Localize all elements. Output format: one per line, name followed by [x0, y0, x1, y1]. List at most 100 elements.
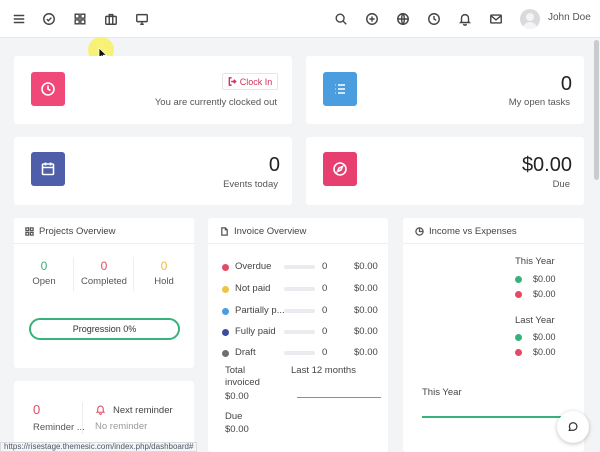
invoice-row-count: 0 — [322, 283, 328, 294]
projects-overview-label: Projects Overview — [39, 226, 116, 237]
file-icon — [221, 227, 228, 236]
status-url: https://risestage.themesic.com/index.php… — [4, 442, 194, 451]
last-year-income: $0.00 — [533, 332, 556, 342]
projects-overview-title: Projects Overview — [25, 226, 116, 237]
menu-icon[interactable] — [10, 10, 28, 28]
invoice-row-bar — [284, 287, 315, 291]
income-expenses-title: Income vs Expenses — [415, 226, 517, 237]
invoice-row-label: Draft — [235, 347, 256, 358]
mail-icon[interactable] — [487, 10, 505, 28]
due-amount: $0.00 — [521, 154, 572, 176]
invoice-row-bar — [284, 330, 315, 334]
invoice-overview-title: Invoice Overview — [220, 226, 306, 237]
due-label: Due — [552, 179, 570, 190]
reminder-count[interactable]: 0 — [33, 402, 40, 417]
next-reminder-value: No reminder — [95, 421, 148, 432]
income-expenses-label: Income vs Expenses — [429, 226, 517, 237]
projects-open-label: Open — [32, 276, 56, 287]
invoice-overview-label: Invoice Overview — [234, 226, 307, 237]
expense-dot — [515, 291, 522, 298]
invoice-row-label: Fully paid — [235, 326, 276, 337]
clock-card — [14, 56, 292, 124]
clock-icon — [31, 72, 65, 106]
divider — [208, 243, 388, 244]
invoice-row-amount: $0.00 — [354, 305, 378, 316]
invoice-row-amount: $0.00 — [354, 261, 378, 272]
divider — [14, 243, 194, 244]
user-name[interactable]: John Doe — [548, 12, 591, 23]
open-tasks-label: My open tasks — [508, 97, 570, 108]
clock-in-button[interactable]: Clock In — [222, 73, 278, 90]
invoice-trend-line — [297, 397, 381, 398]
bell-icon — [95, 405, 106, 415]
invoice-row-amount: $0.00 — [354, 347, 378, 358]
open-tasks-count: 0 — [560, 73, 572, 95]
expense-dot — [515, 349, 522, 356]
income-chart-label: This Year — [422, 387, 462, 398]
total-invoiced-label: Total invoiced — [225, 365, 260, 388]
plus-circle-icon[interactable] — [363, 10, 381, 28]
monitor-icon[interactable] — [133, 10, 151, 28]
chat-icon — [568, 422, 578, 432]
avatar[interactable] — [520, 9, 540, 29]
briefcase-icon[interactable] — [102, 10, 120, 28]
reminder-count-label: Reminder ... — [33, 422, 85, 433]
projects-open-count[interactable]: 0 — [14, 259, 74, 273]
clock-icon[interactable] — [425, 10, 443, 28]
progression-label: Progression 0% — [72, 324, 137, 334]
events-label: Events today — [223, 179, 278, 190]
last-year-expenses: $0.00 — [533, 347, 556, 357]
grid-icon[interactable] — [71, 10, 89, 28]
invoice-row-not-paid[interactable]: Not paid 0 $0.00 — [222, 283, 382, 295]
invoice-row-partially-paid[interactable]: Partially p... 0 $0.00 — [222, 305, 382, 317]
projects-overview-card — [14, 218, 194, 368]
status-dot — [222, 308, 229, 315]
projects-hold-count[interactable]: 0 — [134, 259, 194, 273]
invoice-row-bar — [284, 351, 315, 355]
bell-icon[interactable] — [456, 10, 474, 28]
this-year-heading: This Year — [515, 256, 555, 267]
globe-icon[interactable] — [394, 10, 412, 28]
last-year-heading: Last Year — [515, 315, 555, 326]
invoice-row-overdue[interactable]: Overdue 0 $0.00 — [222, 261, 382, 273]
total-invoiced-value: $0.00 — [225, 391, 249, 402]
top-navbar: John Doe — [0, 0, 600, 38]
page-scrollbar[interactable] — [594, 40, 599, 180]
invoice-row-label: Partially p... — [235, 305, 285, 316]
invoice-row-count: 0 — [322, 326, 328, 337]
projects-completed-label: Completed — [81, 276, 127, 287]
income-dot — [515, 334, 522, 341]
search-icon[interactable] — [332, 10, 350, 28]
invoice-row-amount: $0.00 — [354, 326, 378, 337]
invoice-row-amount: $0.00 — [354, 283, 378, 294]
pie-chart-icon — [415, 227, 424, 236]
browser-status-bar: https://risestage.themesic.com/index.php… — [0, 442, 198, 452]
income-dot — [515, 276, 522, 283]
projects-completed-count[interactable]: 0 — [74, 259, 134, 273]
divider — [82, 402, 83, 434]
invoice-row-count: 0 — [322, 261, 328, 272]
invoice-row-bar — [284, 309, 315, 313]
clock-status-text: You are currently clocked out — [154, 97, 277, 108]
status-dot — [222, 264, 229, 271]
next-reminder-label: Next reminder — [113, 405, 173, 416]
last-12-months-label: Last 12 months — [291, 365, 356, 376]
invoice-row-label: Overdue — [235, 261, 272, 272]
events-count: 0 — [268, 154, 280, 176]
list-icon — [323, 72, 357, 106]
status-dot — [222, 329, 229, 336]
invoice-row-count: 0 — [322, 347, 328, 358]
status-dot — [222, 350, 229, 357]
this-year-expenses: $0.00 — [533, 289, 556, 299]
projects-hold-label: Hold — [154, 276, 174, 287]
chat-button[interactable] — [557, 411, 589, 443]
calendar-icon — [31, 152, 65, 186]
compass-icon — [323, 152, 357, 186]
invoice-due-label: Due — [225, 411, 243, 422]
invoice-row-fully-paid[interactable]: Fully paid 0 $0.00 — [222, 326, 382, 338]
invoice-due-value: $0.00 — [225, 424, 249, 435]
grid-icon — [25, 227, 34, 236]
income-trend-line — [422, 416, 562, 418]
check-circle-icon[interactable] — [40, 10, 58, 28]
invoice-row-draft[interactable]: Draft 0 $0.00 — [222, 347, 382, 359]
